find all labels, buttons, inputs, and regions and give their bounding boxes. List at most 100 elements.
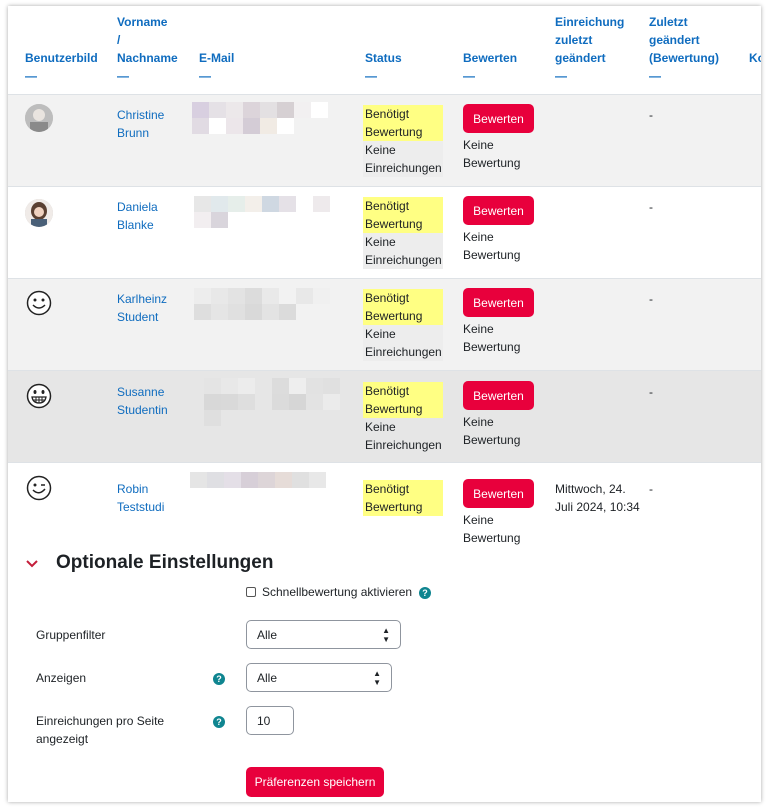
- sort-icon[interactable]: —: [199, 67, 234, 85]
- grade-button[interactable]: Bewerten: [463, 288, 534, 317]
- grade-button[interactable]: Bewerten: [463, 381, 534, 410]
- help-icon[interactable]: ?: [213, 673, 225, 685]
- per-page-value: 10: [257, 713, 271, 728]
- email-blurred: [192, 102, 342, 134]
- user-last-name[interactable]: Blanke: [117, 216, 192, 234]
- col-status[interactable]: Status —: [365, 49, 402, 85]
- status-needs-grading: Benötigt Bewertung: [363, 382, 443, 418]
- grade-value: Keine Bewertung: [463, 322, 521, 354]
- col-picture-label: Benutzerbild: [25, 51, 98, 65]
- col-picture[interactable]: Benutzerbild —: [25, 49, 98, 85]
- sort-icon[interactable]: —: [555, 67, 624, 85]
- user-first-name[interactable]: Robin: [117, 480, 192, 498]
- grade-value: Keine Bewertung: [463, 513, 521, 545]
- user-first-name[interactable]: Daniela: [117, 198, 192, 216]
- grade-button[interactable]: Bewerten: [463, 196, 534, 225]
- status-submission: Keine Einreichungen: [363, 325, 443, 361]
- user-first-name[interactable]: Christine: [117, 106, 192, 124]
- user-last-name[interactable]: Brunn: [117, 124, 192, 142]
- status-submission: Keine Einreichungen: [363, 141, 443, 177]
- user-name-link[interactable]: Robin Teststudi: [117, 480, 192, 516]
- show-filter-label: Anzeigen: [36, 671, 87, 685]
- group-filter-select[interactable]: Alle ▲ ▼: [246, 620, 401, 649]
- user-photo-icon: [25, 199, 53, 227]
- col-next-label[interactable]: Ko: [749, 51, 761, 65]
- help-icon[interactable]: ?: [213, 716, 225, 728]
- table-row: Christine Brunn Benötigt Bewertung Keine…: [8, 94, 761, 186]
- user-last-name[interactable]: Student: [117, 308, 192, 326]
- user-first-name[interactable]: Karlheinz: [117, 290, 192, 308]
- optional-settings-header[interactable]: Optionale Einstellungen: [26, 552, 273, 574]
- user-avatar[interactable]: [25, 474, 53, 502]
- col-slash: /: [117, 33, 121, 47]
- col-grade-label[interactable]: Bewerten: [463, 51, 517, 65]
- sort-icon[interactable]: —: [25, 67, 98, 85]
- grade-value: Keine Bewertung: [463, 230, 521, 262]
- grade-modified: -: [649, 385, 653, 399]
- user-last-name[interactable]: Studentin: [117, 401, 192, 419]
- grade-modified: -: [649, 108, 653, 122]
- col-grade-modified-label-1[interactable]: Zuletzt: [649, 13, 719, 31]
- col-email-label[interactable]: E-Mail: [199, 51, 234, 65]
- sort-icon[interactable]: —: [117, 67, 178, 85]
- smiley-icon: [26, 290, 52, 316]
- user-last-name[interactable]: Teststudi: [117, 498, 192, 516]
- user-avatar[interactable]: [25, 104, 53, 132]
- col-submission-modified-label-1[interactable]: Einreichung: [555, 13, 624, 31]
- show-filter-select[interactable]: Alle ▲ ▼: [246, 663, 392, 692]
- quickgrading-checkbox[interactable]: [246, 587, 256, 597]
- grade-modified: -: [649, 482, 653, 496]
- select-arrow-icon: ▲ ▼: [373, 668, 381, 687]
- per-page-input[interactable]: 10: [246, 706, 294, 735]
- user-name-link[interactable]: Christine Brunn: [117, 106, 192, 142]
- chevron-down-icon[interactable]: [26, 555, 38, 571]
- col-lastname-label[interactable]: Nachname: [117, 49, 178, 67]
- col-firstname-label[interactable]: Vorname: [117, 13, 178, 31]
- grade-button[interactable]: Bewerten: [463, 104, 534, 133]
- user-name-link[interactable]: Karlheinz Student: [117, 290, 192, 326]
- save-preferences-button[interactable]: Präferenzen speichern: [246, 767, 384, 797]
- col-submission-modified-label-3[interactable]: geändert: [555, 49, 624, 67]
- sort-icon[interactable]: —: [649, 67, 719, 85]
- status-submission: Keine Einreichungen: [363, 418, 443, 454]
- status-needs-grading: Benötigt Bewertung: [363, 289, 443, 325]
- show-filter-value: Alle: [257, 670, 278, 685]
- submission-modified: Mittwoch, 24. Juli 2024, 10:34: [555, 482, 640, 514]
- status-cell: Benötigt Bewertung Keine Einreichungen: [363, 289, 443, 361]
- status-cell: Benötigt Bewertung Keine Einreichungen: [363, 105, 443, 177]
- col-next[interactable]: Ko: [749, 49, 761, 67]
- help-icon[interactable]: ?: [419, 587, 431, 599]
- user-avatar[interactable]: [25, 289, 53, 317]
- col-grade-modified[interactable]: Zuletzt geändert (Bewertung) —: [649, 13, 719, 85]
- col-grade-modified-label-2[interactable]: geändert: [649, 31, 719, 49]
- table-row: Robin Teststudi Benötigt Bewertung Bewer…: [8, 462, 761, 548]
- user-photo-icon: [25, 104, 53, 132]
- col-name[interactable]: Vorname / Nachname —: [117, 13, 178, 85]
- col-grade-modified-label-3[interactable]: (Bewertung): [649, 49, 719, 67]
- sort-icon[interactable]: —: [463, 67, 517, 85]
- user-name-link[interactable]: Daniela Blanke: [117, 198, 192, 234]
- table-row: Karlheinz Student Benötigt Bewertung Kei…: [8, 278, 761, 370]
- status-cell: Benötigt Bewertung Keine Einreichungen: [363, 197, 443, 269]
- user-name-link[interactable]: Susanne Studentin: [117, 383, 192, 419]
- optional-settings-title: Optionale Einstellungen: [56, 552, 274, 573]
- status-needs-grading: Benötigt Bewertung: [363, 480, 443, 516]
- quickgrading-label[interactable]: Schnellbewertung aktivieren: [262, 583, 412, 601]
- sort-icon[interactable]: —: [365, 67, 402, 85]
- grade-modified: -: [649, 292, 653, 306]
- email-blurred: [204, 378, 354, 426]
- col-submission-modified-label-2[interactable]: zuletzt: [555, 31, 624, 49]
- grade-button[interactable]: Bewerten: [463, 479, 534, 508]
- user-first-name[interactable]: Susanne: [117, 383, 192, 401]
- email-blurred: [194, 288, 344, 320]
- status-cell: Benötigt Bewertung Keine Einreichungen: [363, 382, 443, 454]
- col-submission-modified[interactable]: Einreichung zuletzt geändert —: [555, 13, 624, 85]
- col-status-label[interactable]: Status: [365, 51, 402, 65]
- table-row: Daniela Blanke Benötigt Bewertung Keine …: [8, 186, 761, 278]
- user-avatar[interactable]: [25, 199, 53, 227]
- email-blurred: [190, 472, 340, 504]
- status-needs-grading: Benötigt Bewertung: [363, 197, 443, 233]
- user-avatar[interactable]: [25, 382, 53, 410]
- col-email[interactable]: E-Mail —: [199, 49, 234, 85]
- col-grade[interactable]: Bewerten —: [463, 49, 517, 85]
